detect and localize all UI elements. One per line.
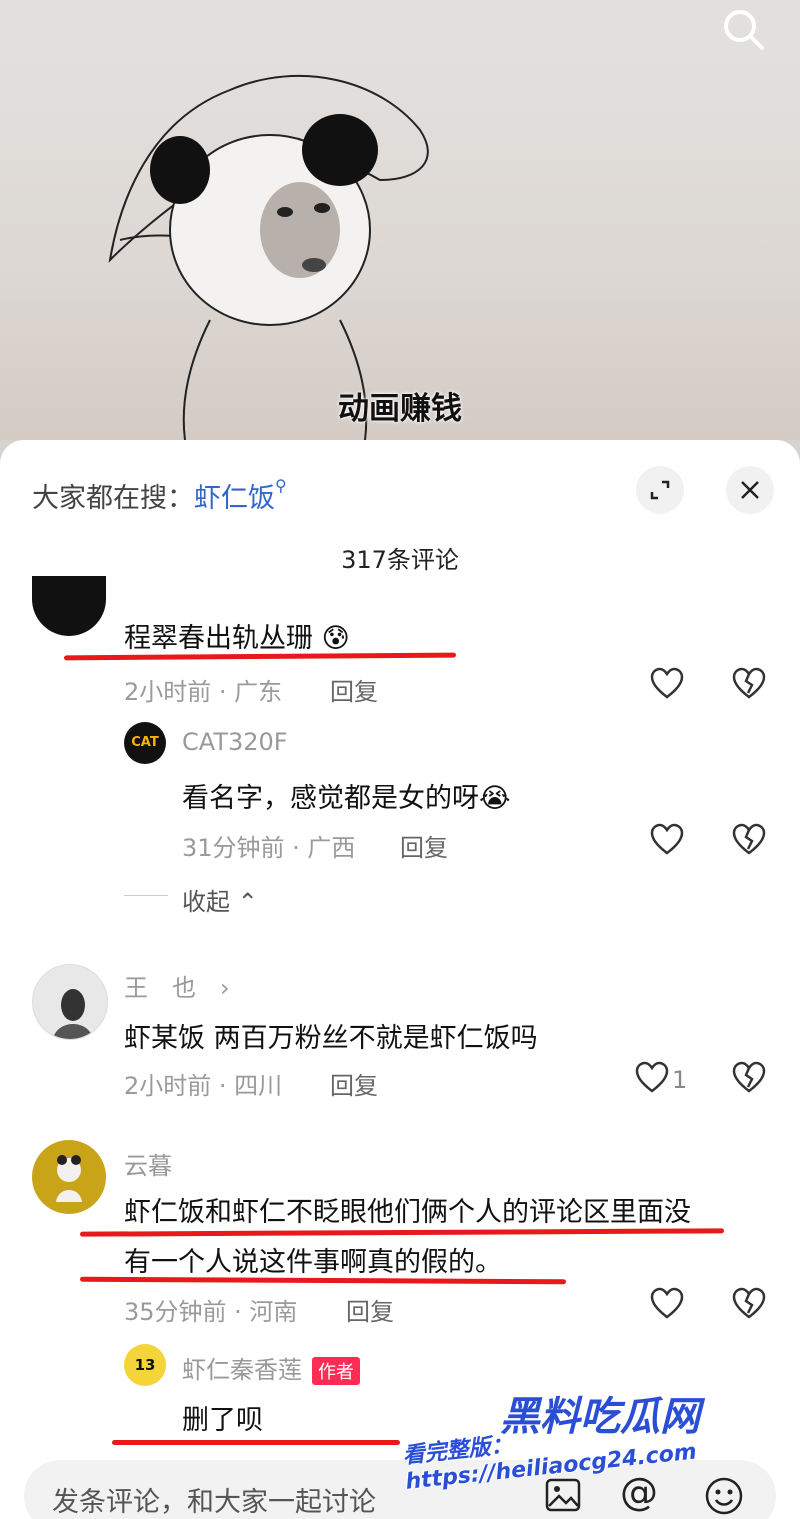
author-badge: 作者: [312, 1357, 360, 1385]
chevron-right-icon: ›: [196, 974, 230, 1002]
heart-icon[interactable]: [649, 1286, 685, 1322]
like-count: 1: [672, 1066, 688, 1094]
search-icon: ⚲: [275, 476, 287, 495]
comment-text: 删了呗: [182, 1405, 263, 1436]
comment-text: 虾某饭 两百万粉丝不就是虾仁饭吗: [124, 1023, 538, 1054]
avatar[interactable]: [32, 964, 108, 1040]
heart-icon[interactable]: [634, 1060, 670, 1096]
hot-search-keyword[interactable]: 虾仁饭: [194, 483, 275, 514]
avatar[interactable]: 13: [124, 1344, 166, 1386]
close-icon: [741, 481, 759, 499]
comment-count: 317条评论: [341, 546, 459, 574]
broken-heart-icon[interactable]: [731, 1286, 767, 1322]
divider: [124, 895, 168, 896]
highlight-underline: [79, 1228, 725, 1237]
comment-text: 程翠春出轨丛珊 😰: [124, 623, 350, 654]
cat-logo-icon: CAT: [131, 735, 159, 750]
cry-emoji-icon: 😰: [313, 623, 350, 654]
hot-search[interactable]: 大家都在搜：虾仁饭⚲: [32, 476, 287, 515]
avatar[interactable]: [32, 576, 106, 636]
video-player[interactable]: 动画赚钱: [0, 0, 800, 440]
laughing-crying-emoji-icon: 😭: [479, 783, 511, 814]
avatar[interactable]: [32, 1140, 106, 1214]
chevron-up-icon: ⌃: [230, 888, 258, 916]
comment-username[interactable]: 王 也 ›: [124, 968, 230, 1003]
broken-heart-icon[interactable]: [731, 666, 767, 702]
at-icon[interactable]: @: [620, 1470, 658, 1514]
cartoon-illustration: [108, 74, 429, 440]
video-caption: 动画赚钱: [338, 391, 462, 427]
heart-icon[interactable]: [649, 666, 685, 702]
hot-search-prefix: 大家都在搜：: [32, 483, 194, 514]
comment-meta: 35分钟前 · 河南: [124, 1298, 298, 1326]
expand-button[interactable]: [636, 466, 684, 514]
comment-input-placeholder: 发条评论，和大家一起讨论: [52, 1487, 376, 1518]
reply-button[interactable]: 回复: [346, 1292, 394, 1327]
reply-button[interactable]: 回复: [330, 672, 378, 707]
comment-input[interactable]: 发条评论，和大家一起讨论 @: [24, 1460, 776, 1519]
image-icon[interactable]: [544, 1476, 582, 1514]
reply-button[interactable]: 回复: [400, 828, 448, 863]
highlight-underline: [112, 1440, 400, 1445]
comment-username[interactable]: 虾仁秦香莲 作者: [182, 1350, 360, 1385]
comment-meta: 2小时前 · 四川: [124, 1072, 283, 1100]
comment-username[interactable]: 云暮: [124, 1146, 172, 1181]
search-icon[interactable]: [716, 2, 772, 58]
broken-heart-icon[interactable]: [731, 1060, 767, 1096]
broken-heart-icon[interactable]: [731, 822, 767, 858]
comment-meta: 31分钟前 · 广西: [182, 834, 356, 862]
comment-username[interactable]: CAT320F: [182, 728, 288, 756]
comment-meta: 2小时前 · 广东: [124, 678, 283, 706]
comment-text: 看名字，感觉都是女的呀😭: [182, 783, 511, 814]
comment-panel: 大家都在搜：虾仁饭⚲ 317条评论 程翠春出轨丛珊 😰 2小时前 · 广东 回复…: [0, 440, 800, 1519]
close-button[interactable]: [726, 466, 774, 514]
comment-text: 虾仁饭和虾仁不眨眼他们俩个人的评论区里面没: [124, 1197, 691, 1228]
avatar[interactable]: CAT: [124, 722, 166, 764]
heart-icon[interactable]: [649, 822, 685, 858]
comment-text-line2: 有一个人说这件事啊真的假的。: [124, 1247, 502, 1278]
expand-icon: [650, 480, 670, 500]
reply-button[interactable]: 回复: [330, 1066, 378, 1101]
collapse-button[interactable]: 收起 ⌃: [182, 882, 258, 917]
avatar-image: 13: [134, 1356, 156, 1374]
highlight-underline: [63, 652, 457, 661]
emoji-icon[interactable]: [704, 1476, 744, 1516]
